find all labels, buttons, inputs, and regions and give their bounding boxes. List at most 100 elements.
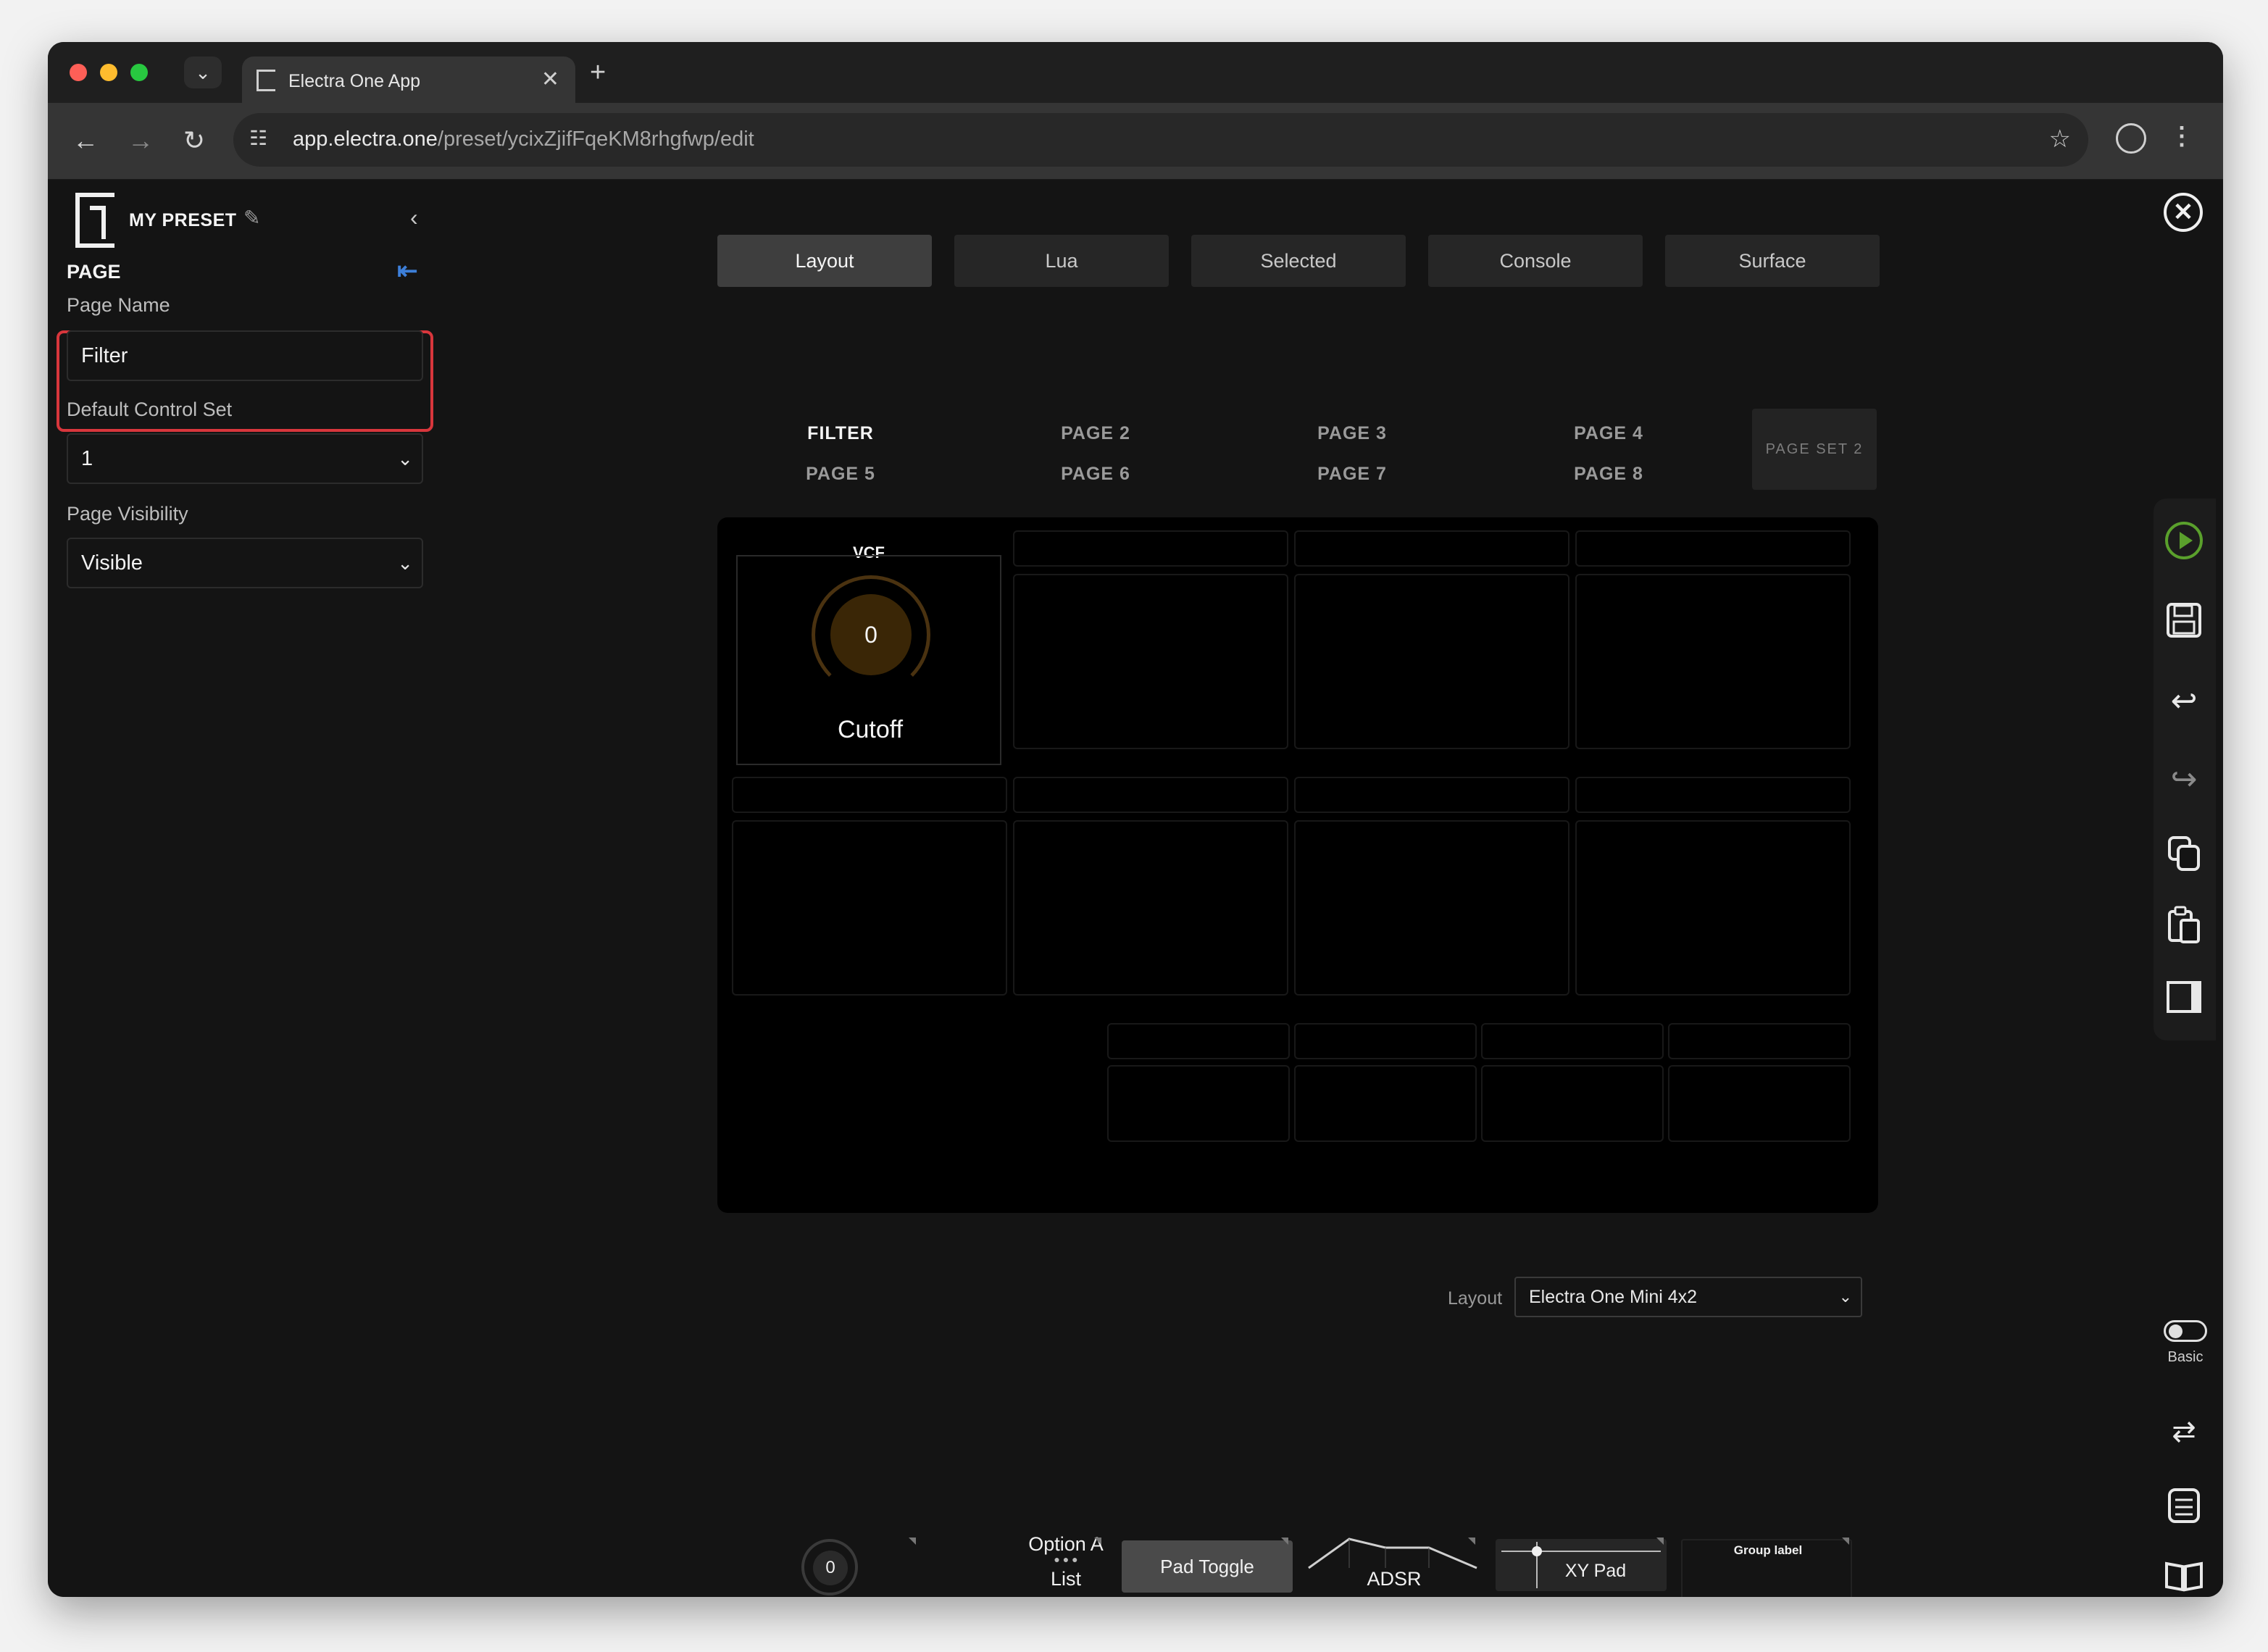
dock-left-icon[interactable]: ⇤ <box>397 256 418 285</box>
layout-select[interactable]: Electra One Mini 4x2 ⌄ <box>1514 1277 1862 1317</box>
tab-search-button[interactable]: ⌄ <box>184 57 222 88</box>
paste-icon[interactable] <box>2164 904 2204 945</box>
empty-control-slot[interactable] <box>1575 574 1851 749</box>
empty-control-slot[interactable] <box>1013 574 1288 749</box>
page-name-input[interactable]: Filter <box>67 330 423 381</box>
tab-lua[interactable]: Lua <box>954 235 1169 287</box>
empty-group-slot[interactable] <box>1575 777 1851 813</box>
empty-control-slot[interactable] <box>1481 1065 1664 1142</box>
empty-control-slot[interactable] <box>1013 820 1288 996</box>
xy-handle <box>1532 1546 1542 1556</box>
corner-marker <box>1656 1538 1664 1545</box>
control-cutoff[interactable]: 0 Cutoff <box>736 555 1001 765</box>
empty-control-slot[interactable] <box>1294 574 1569 749</box>
visibility-label: Page Visibility <box>67 503 188 525</box>
visibility-select[interactable]: Visible ⌄ <box>67 538 423 588</box>
electra-logo-icon[interactable] <box>75 193 114 248</box>
url-text: app.electra.one/preset/ycixZjifFqeKM8rhg… <box>293 128 754 151</box>
page-tab-4[interactable]: PAGE 4 <box>1543 423 1674 444</box>
site-settings-icon[interactable]: ☷ <box>249 126 267 150</box>
page-tab-6[interactable]: PAGE 6 <box>1030 464 1161 485</box>
preset-name[interactable]: MY PRESET <box>129 210 237 231</box>
calculator-icon[interactable] <box>2164 1485 2204 1526</box>
page-tab-3[interactable]: PAGE 3 <box>1287 423 1417 444</box>
palette-adsr-label: ADSR <box>1367 1568 1422 1590</box>
palette-pad-toggle[interactable]: Pad Toggle <box>1122 1540 1293 1593</box>
empty-group-slot[interactable] <box>1013 530 1288 567</box>
layout-label: Layout <box>1448 1288 1503 1309</box>
control-set-value: 1 <box>81 447 93 470</box>
empty-group-slot[interactable] <box>1294 530 1569 567</box>
edit-pencil-icon[interactable]: ✎ <box>243 206 260 230</box>
corner-marker <box>1842 1538 1849 1545</box>
visibility-value: Visible <box>81 551 143 575</box>
toggle-label: Basic <box>2167 1349 2204 1365</box>
play-icon[interactable] <box>2164 520 2204 561</box>
browser-window: ⌄ Electra One App ✕ + ← → ↻ ☷ app.electr… <box>48 42 2223 1597</box>
empty-group-slot[interactable] <box>732 777 1007 813</box>
page-tab-1[interactable]: FILTER <box>775 423 906 444</box>
corner-marker <box>909 1538 916 1545</box>
page-tab-2[interactable]: PAGE 2 <box>1030 423 1161 444</box>
palette-group[interactable]: Group label <box>1681 1539 1852 1597</box>
page-set-button[interactable]: PAGE SET 2 <box>1752 409 1877 490</box>
tab-surface[interactable]: Surface <box>1665 235 1880 287</box>
forward-arrow-icon[interactable]: → <box>125 125 157 157</box>
undo-icon[interactable]: ↩ <box>2164 681 2204 722</box>
profile-icon[interactable] <box>2116 123 2146 154</box>
minimize-window-button[interactable] <box>100 64 117 81</box>
palette-xy-pad[interactable]: XY Pad <box>1496 1539 1667 1591</box>
collapse-sidebar-icon[interactable]: ‹ <box>410 204 418 231</box>
empty-group-slot[interactable] <box>1294 1023 1477 1059</box>
tab-console[interactable]: Console <box>1428 235 1643 287</box>
empty-group-slot[interactable] <box>1575 530 1851 567</box>
basic-mode-toggle[interactable] <box>2164 1320 2207 1342</box>
tab-layout[interactable]: Layout <box>717 235 932 287</box>
close-window-button[interactable] <box>70 64 87 81</box>
empty-control-slot[interactable] <box>1668 1065 1851 1142</box>
empty-control-slot[interactable] <box>1294 1065 1477 1142</box>
empty-group-slot[interactable] <box>1481 1023 1664 1059</box>
new-tab-button[interactable]: + <box>590 57 606 88</box>
tab-selected[interactable]: Selected <box>1191 235 1406 287</box>
empty-control-slot[interactable] <box>732 820 1007 996</box>
page-tab-7[interactable]: PAGE 7 <box>1287 464 1417 485</box>
adsr-envelope-icon[interactable] <box>1306 1535 1480 1571</box>
empty-group-slot[interactable] <box>1668 1023 1851 1059</box>
chevron-down-icon: ⌄ <box>397 448 413 470</box>
swap-icon[interactable]: ⇄ <box>2164 1411 2204 1452</box>
maximize-window-button[interactable] <box>130 64 148 81</box>
panel-icon[interactable] <box>2164 977 2204 1017</box>
palette-knob[interactable]: 0 <box>801 1539 858 1595</box>
section-title: PAGE <box>67 261 121 283</box>
url-path: /preset/ycixZjifFqeKM8rhgfwp/edit <box>437 128 754 151</box>
palette-xy-label: XY Pad <box>1564 1561 1627 1581</box>
page-tab-8[interactable]: PAGE 8 <box>1543 464 1674 485</box>
palette-knob-value: 0 <box>813 1551 848 1585</box>
copy-icon[interactable] <box>2164 833 2204 874</box>
reload-icon[interactable]: ↻ <box>178 125 210 157</box>
url-field[interactable]: ☷ app.electra.one/preset/ycixZjifFqeKM8r… <box>233 113 2088 167</box>
empty-group-slot[interactable] <box>1013 777 1288 813</box>
browser-menu-icon[interactable]: ⋮ <box>2169 120 2194 152</box>
empty-control-slot[interactable] <box>1575 820 1851 996</box>
back-arrow-icon[interactable]: ← <box>70 125 101 157</box>
electra-app: MY PRESET ✎ ‹ PAGE ⇤ Page Name Filter De… <box>48 180 2223 1597</box>
redo-icon[interactable]: ↪ <box>2164 759 2204 800</box>
address-bar: ← → ↻ ☷ app.electra.one/preset/ycixZjifF… <box>48 103 2223 180</box>
bookmark-star-icon[interactable]: ☆ <box>2049 125 2071 154</box>
book-icon[interactable] <box>2164 1555 2204 1595</box>
save-icon[interactable] <box>2164 600 2204 641</box>
empty-control-slot[interactable] <box>1294 820 1569 996</box>
browser-tab[interactable]: Electra One App ✕ <box>242 57 575 103</box>
electra-favicon-icon <box>257 70 275 91</box>
empty-group-slot[interactable] <box>1294 777 1569 813</box>
chevron-down-icon: ⌄ <box>1838 1288 1852 1306</box>
page-tab-5[interactable]: PAGE 5 <box>775 464 906 485</box>
control-set-select[interactable]: 1 ⌄ <box>67 433 423 484</box>
url-host: app.electra.one <box>293 128 438 151</box>
tab-close-icon[interactable]: ✕ <box>541 67 559 92</box>
empty-group-slot[interactable] <box>1107 1023 1290 1059</box>
close-editor-icon[interactable]: ✕ <box>2164 193 2203 232</box>
empty-control-slot[interactable] <box>1107 1065 1290 1142</box>
